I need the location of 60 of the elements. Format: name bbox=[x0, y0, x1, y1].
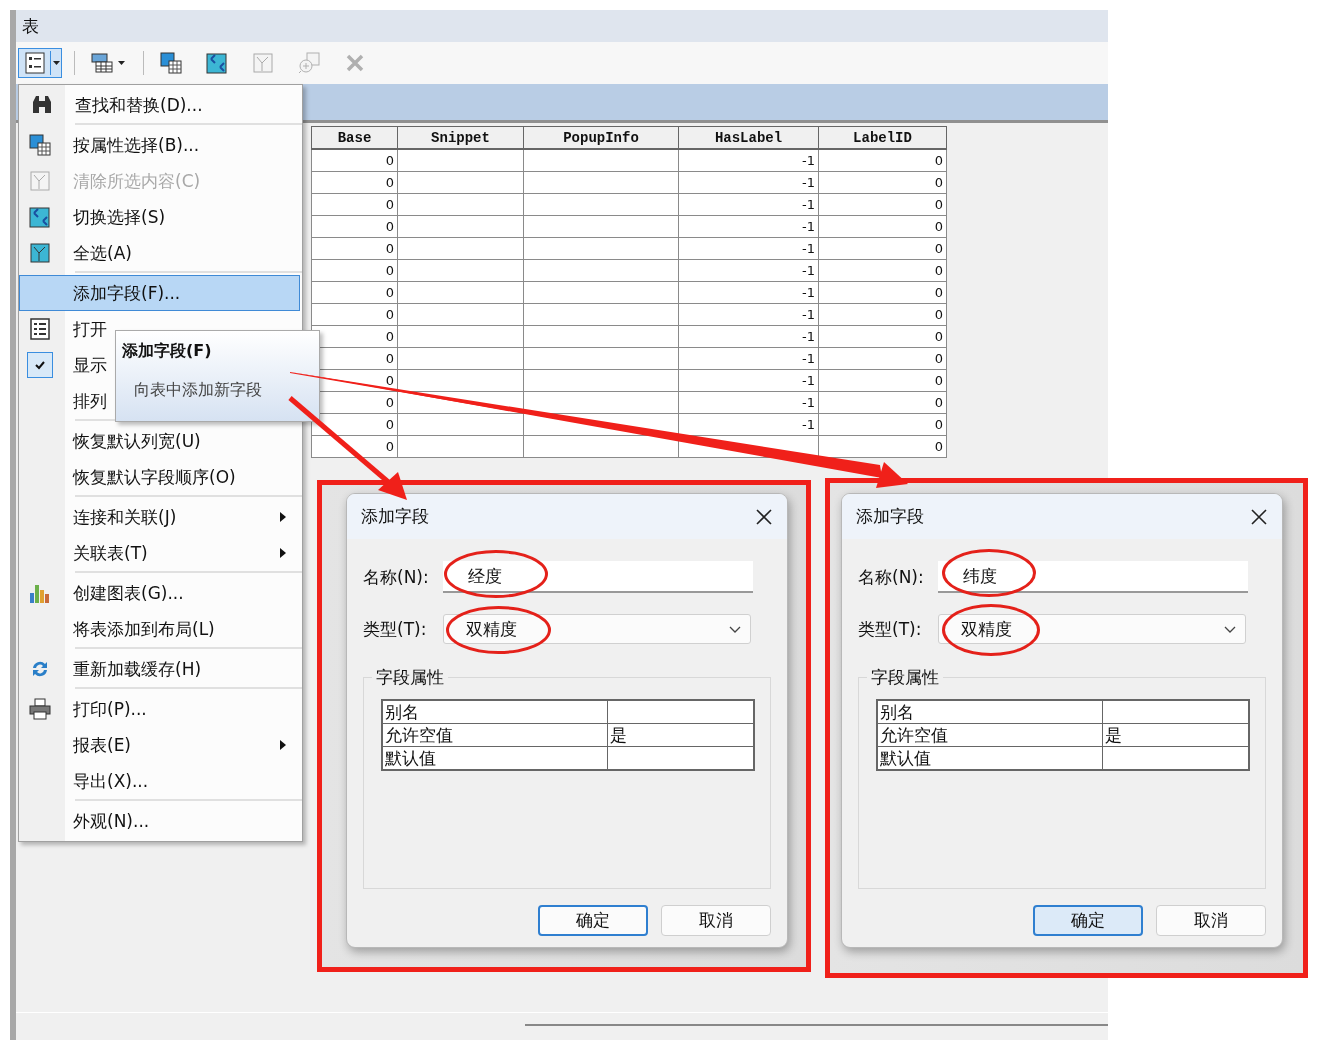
table-cell: -1 bbox=[802, 263, 815, 278]
field-label: 类型(T): bbox=[858, 617, 923, 641]
table-cell: 0 bbox=[385, 175, 394, 190]
table-cell: 0 bbox=[385, 219, 394, 234]
property-name: 别名 bbox=[880, 702, 914, 722]
table-cell: 0 bbox=[934, 395, 943, 410]
tooltip-text: 向表中添加新字段 bbox=[133, 380, 263, 401]
table-cell: 0 bbox=[934, 197, 943, 212]
tooltip-title: 添加字段(F) bbox=[122, 341, 213, 362]
dialog-title: 添加字段 bbox=[361, 505, 429, 528]
property-name: 允许空值 bbox=[385, 725, 453, 745]
table-cell: 0 bbox=[385, 395, 394, 410]
table-cell: 0 bbox=[385, 439, 394, 454]
field-label: 名称(N): bbox=[858, 565, 925, 589]
property-value: 是 bbox=[610, 725, 627, 745]
window-title: 表 bbox=[22, 14, 39, 38]
table-cell: 0 bbox=[385, 241, 394, 256]
property-name: 默认值 bbox=[385, 748, 436, 768]
table-cell: 0 bbox=[934, 351, 943, 366]
table-cell: 0 bbox=[934, 373, 943, 388]
table-cell: 0 bbox=[385, 307, 394, 322]
property-name: 允许空值 bbox=[880, 725, 948, 745]
table-cell: -1 bbox=[802, 175, 815, 190]
table-cell: 0 bbox=[385, 329, 394, 344]
table-cell: -1 bbox=[802, 153, 815, 168]
table-cell: 0 bbox=[385, 263, 394, 278]
field-label: 类型(T): bbox=[363, 617, 428, 641]
property-name: 默认值 bbox=[880, 748, 931, 768]
table-cell: 0 bbox=[934, 329, 943, 344]
table-cell: -1 bbox=[802, 197, 815, 212]
table-cell: 0 bbox=[934, 153, 943, 168]
table-cell: 0 bbox=[934, 417, 943, 432]
table-cell: 0 bbox=[934, 285, 943, 300]
table-cell: 0 bbox=[934, 307, 943, 322]
group-title: 字段属性 bbox=[372, 666, 448, 689]
table-cell: 0 bbox=[385, 197, 394, 212]
table-cell: -1 bbox=[802, 351, 815, 366]
group-title: 字段属性 bbox=[867, 666, 943, 689]
table-cell: 0 bbox=[934, 263, 943, 278]
table-cell: -1 bbox=[802, 241, 815, 256]
table-cell: 0 bbox=[385, 153, 394, 168]
dialog-title: 添加字段 bbox=[856, 505, 924, 528]
table-cell: 0 bbox=[385, 417, 394, 432]
table-cell: 0 bbox=[385, 351, 394, 366]
table-cell: 0 bbox=[934, 175, 943, 190]
table-cell: -1 bbox=[802, 395, 815, 410]
property-name: 别名 bbox=[385, 702, 419, 722]
table-cell: 0 bbox=[934, 241, 943, 256]
table-cell: 0 bbox=[934, 219, 943, 234]
table-cell: -1 bbox=[802, 329, 815, 344]
table-cell: -1 bbox=[802, 417, 815, 432]
table-cell: -1 bbox=[802, 307, 815, 322]
property-value: 是 bbox=[1105, 725, 1122, 745]
field-label: 名称(N): bbox=[363, 565, 430, 589]
table-cell: 0 bbox=[385, 373, 394, 388]
table-cell: -1 bbox=[802, 219, 815, 234]
table-cell: -1 bbox=[802, 373, 815, 388]
table-cell: 0 bbox=[385, 285, 394, 300]
table-cell: -1 bbox=[802, 285, 815, 300]
table-cell: 0 bbox=[934, 439, 943, 454]
